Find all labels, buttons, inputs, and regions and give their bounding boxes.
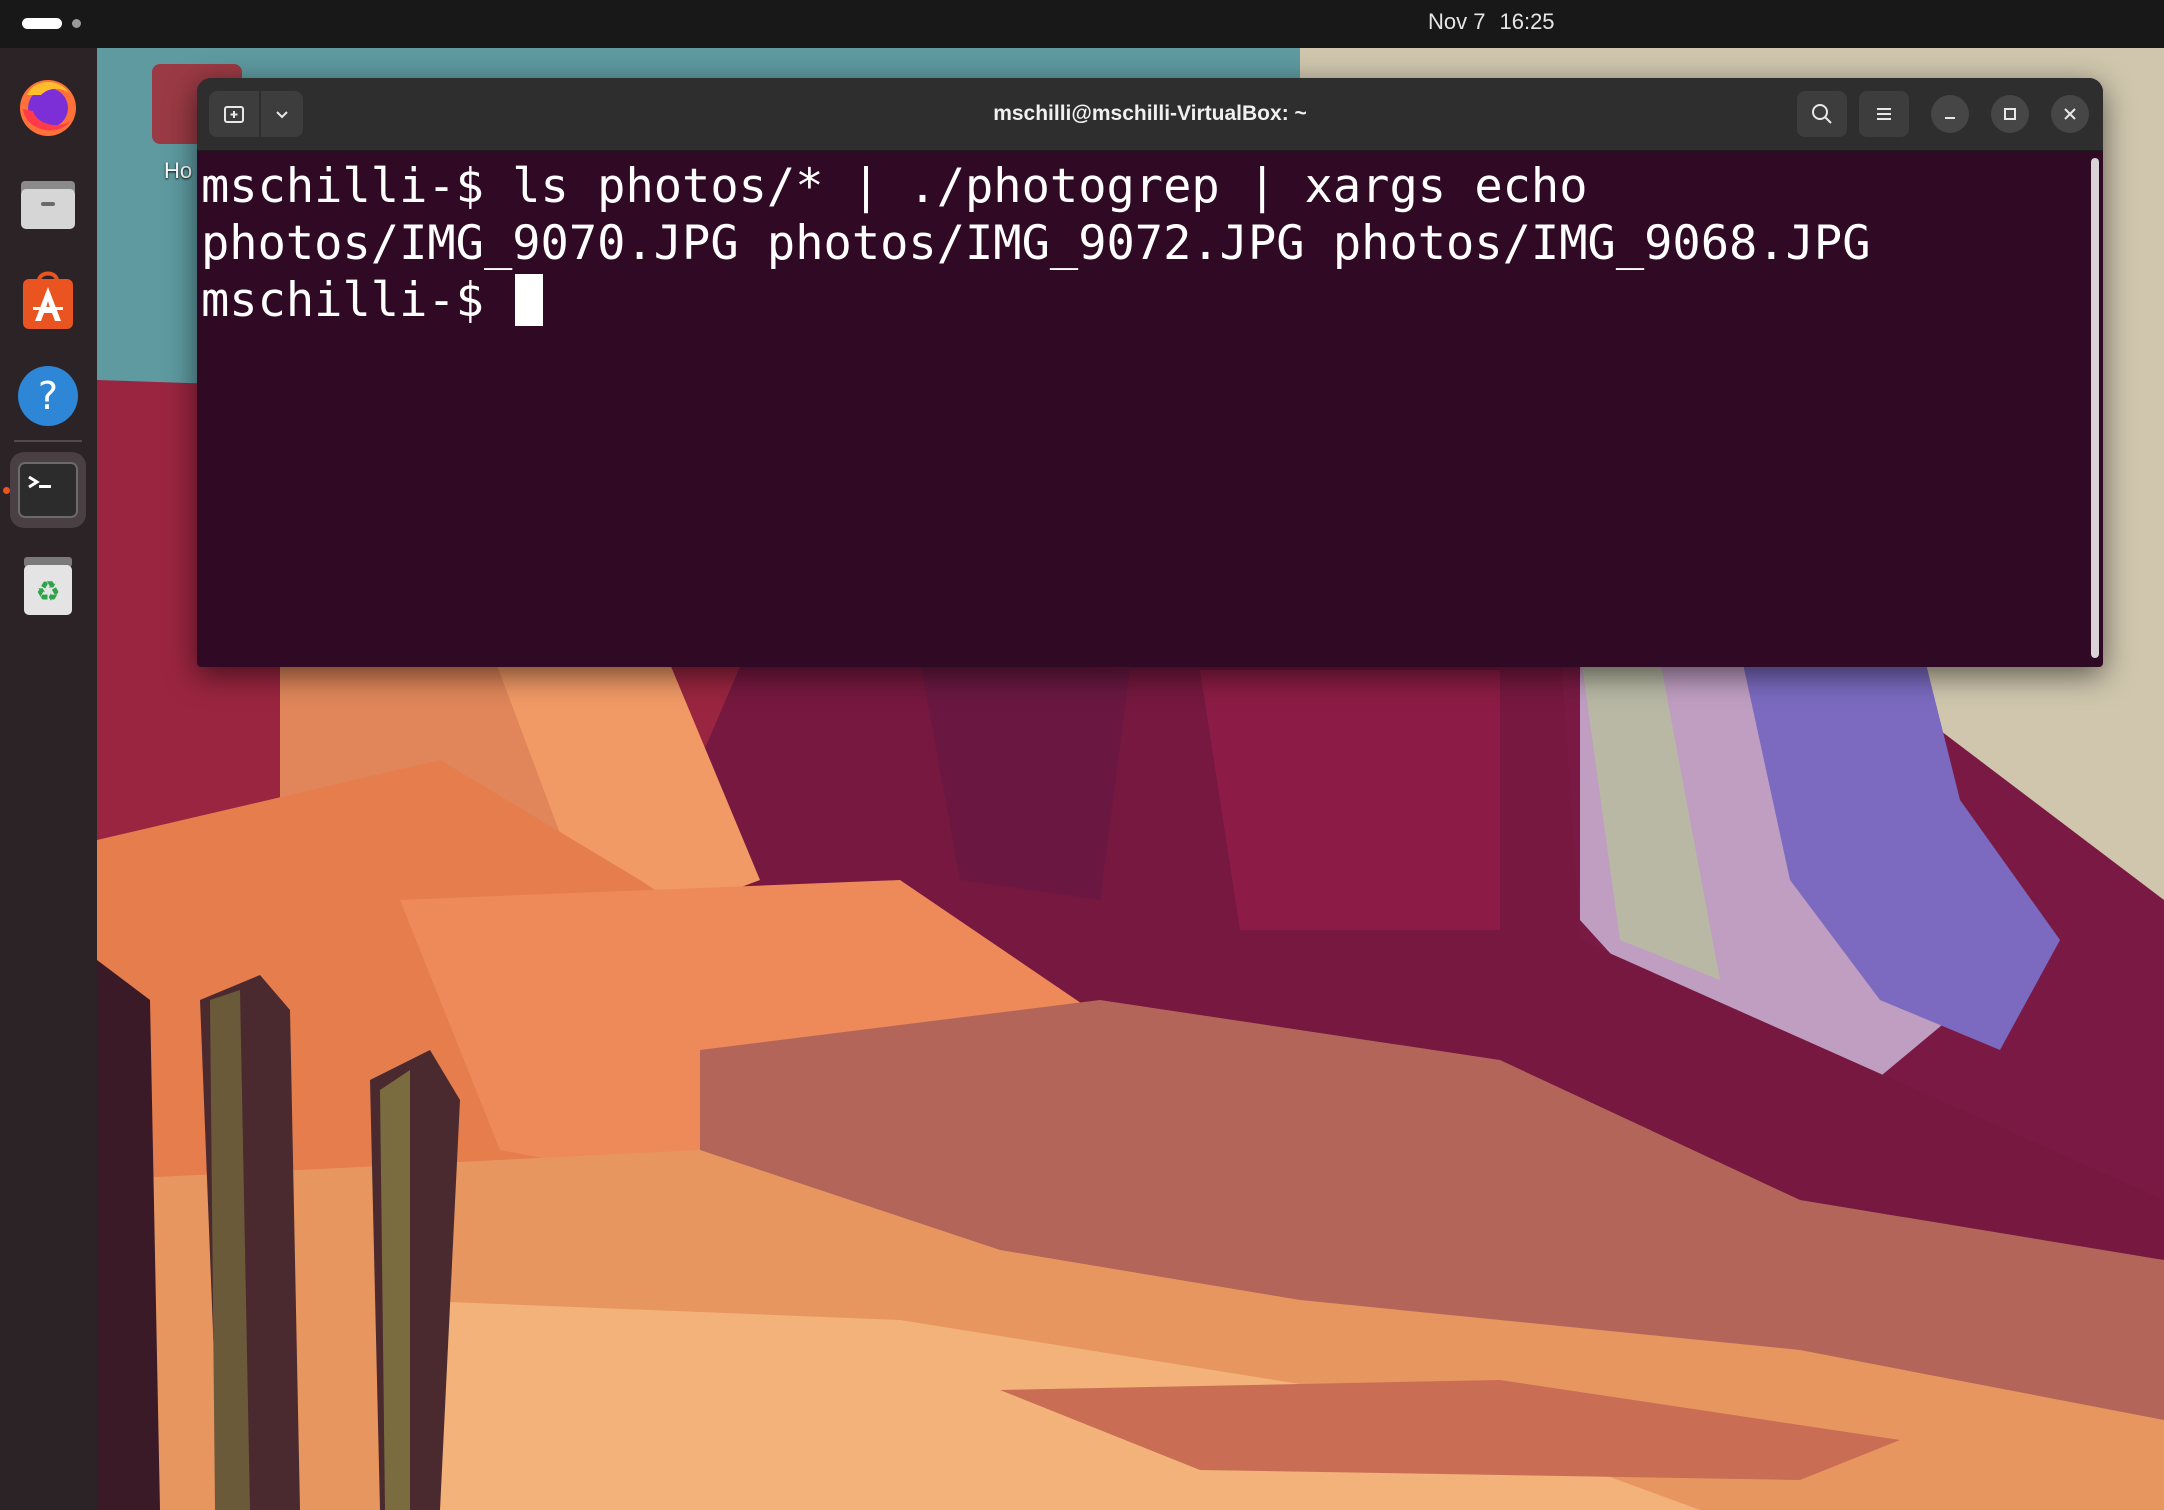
- activities-button[interactable]: [22, 18, 81, 29]
- menu-button[interactable]: [1859, 91, 1909, 137]
- svg-text:?: ?: [38, 374, 58, 418]
- trash-icon: ♻: [24, 557, 72, 615]
- running-indicator: [3, 487, 10, 494]
- search-icon: [1812, 104, 1832, 124]
- firefox-icon: [20, 80, 76, 136]
- close-button[interactable]: [2051, 95, 2089, 133]
- terminal-prompt: mschilli-$: [201, 273, 513, 328]
- dock-item-trash[interactable]: ♻: [10, 548, 86, 624]
- dock-item-firefox[interactable]: [10, 68, 86, 144]
- close-icon: [2064, 108, 2076, 120]
- terminal-line: photos/IMG_9070.JPG photos/IMG_9072.JPG …: [201, 216, 1871, 271]
- tab-menu-button[interactable]: [261, 91, 303, 137]
- search-button[interactable]: [1797, 91, 1847, 137]
- maximize-button[interactable]: [1991, 95, 2029, 133]
- dock-item-files[interactable]: [10, 166, 86, 242]
- maximize-icon: [2004, 108, 2016, 120]
- new-tab-group: [209, 91, 303, 137]
- clock[interactable]: Nov 7 16:25: [1428, 9, 1555, 35]
- dock: ? ♻: [0, 48, 97, 1510]
- text-cursor: [515, 274, 544, 326]
- window-controls: [1785, 91, 2089, 137]
- terminal-prompt-line: mschilli-$: [201, 272, 2081, 329]
- new-tab-button[interactable]: [209, 91, 259, 137]
- chevron-down-icon: [276, 111, 288, 119]
- workspace-indicator: [72, 19, 81, 28]
- dock-item-help[interactable]: ?: [10, 358, 86, 434]
- dock-item-terminal[interactable]: [10, 452, 86, 528]
- top-bar: Nov 7 16:25: [0, 0, 2164, 48]
- app-center-icon: [23, 271, 73, 329]
- hamburger-menu-icon: [1877, 108, 1891, 120]
- minimize-button[interactable]: [1931, 95, 1969, 133]
- svg-text:♻: ♻: [35, 575, 60, 608]
- home-folder-label: Ho: [164, 158, 193, 183]
- clock-time: 16:25: [1499, 9, 1555, 34]
- terminal-titlebar[interactable]: mschilli@mschilli-VirtualBox: ~: [197, 78, 2103, 151]
- new-tab-icon: [224, 106, 244, 123]
- terminal-icon: [18, 462, 78, 518]
- terminal-output[interactable]: mschilli-$ ls photos/* | ./photogrep | x…: [201, 158, 2081, 658]
- workspace-active-indicator: [22, 18, 62, 29]
- terminal-line: mschilli-$ ls photos/* | ./photogrep | x…: [201, 159, 1588, 214]
- dock-separator: [14, 440, 82, 442]
- dock-item-app-center[interactable]: [10, 262, 86, 338]
- terminal-window[interactable]: mschilli@mschilli-VirtualBox: ~ mschilli…: [197, 78, 2103, 667]
- files-icon: [21, 181, 75, 229]
- terminal-scrollbar[interactable]: [2091, 158, 2099, 658]
- clock-date: Nov 7: [1428, 9, 1486, 34]
- help-icon: ?: [18, 366, 78, 426]
- minimize-icon: [1945, 117, 1955, 119]
